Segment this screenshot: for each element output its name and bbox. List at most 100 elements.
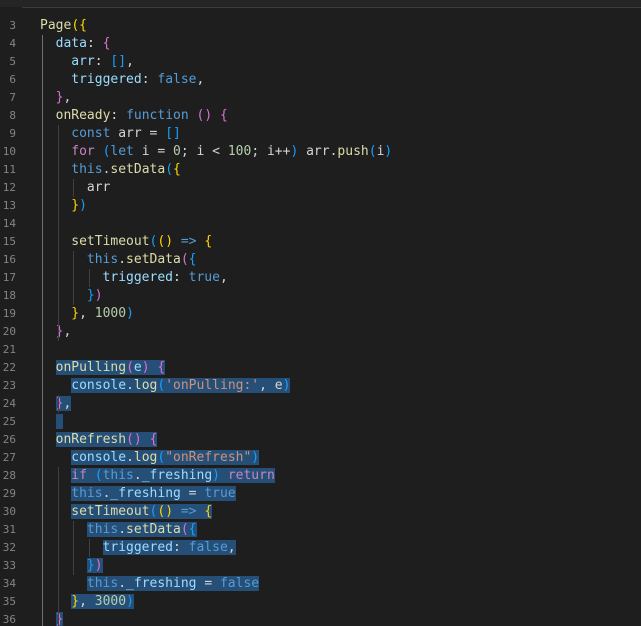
code-token: ) [79,198,87,213]
indent-guide [88,539,90,557]
code-token: this [86,522,119,537]
code-token: . [126,378,134,393]
code-token: } [71,306,80,321]
code-token: ( [165,162,174,177]
code-line[interactable]: onRefresh() { [55,431,158,449]
code-token: setTimeout [71,504,150,519]
code-line[interactable]: triggered: true, [103,269,228,287]
code-line[interactable]: onPulling(e) { [55,359,166,377]
code-token: i = [133,144,174,159]
code-token: { [204,504,213,519]
code-token: : [86,36,103,51]
code-token: ( [368,144,377,159]
code-token: this [71,486,103,501]
code-line[interactable]: console.log("onRefresh") [71,449,260,467]
code-token: true [188,270,220,285]
code-line[interactable]: setTimeout(() => { [71,503,213,521]
code-line[interactable]: this._freshing = true [71,485,236,503]
code-line[interactable]: this.setData({ [86,521,197,539]
code-line[interactable]: data: { [56,35,111,53]
line-number: 11 [2,163,16,176]
code-line[interactable] [55,413,64,431]
code-token: onReady [55,108,111,123]
code-token: [] [165,126,181,141]
code-token: Page [40,18,72,33]
code-line[interactable]: }, 3000) [71,593,134,611]
line-number: 4 [9,37,16,50]
line-number-gutter: 3 4 5 6 7 8 9 10 11 12 13 14 15 16 17 18 19 20 21 22 23 24 25 2… [0,7,22,626]
code-token: , [63,324,72,339]
code-token: ; i++ [251,144,291,159]
code-token: log [133,378,158,393]
line-number: 34 [2,577,16,590]
code-token: : [141,72,158,87]
code-editor[interactable]: 3 4 5 6 7 8 9 10 11 12 13 14 15 16 17 18 19 20 21 22 23 24 25 2… [0,0,641,626]
code-line[interactable]: if (this._freshing) return [71,467,275,485]
indent-guide [57,125,59,341]
code-token: this [86,576,119,591]
code-token: : [173,270,189,285]
line-number: 27 [2,451,16,464]
line-number: 15 [2,235,16,248]
code-line[interactable]: const arr = [] [71,125,181,143]
code-line[interactable]: onReady: function () { [56,107,228,125]
code-line[interactable]: triggered: false, [102,539,236,557]
code-token: { [149,432,158,447]
code-token: arr. [298,144,338,159]
code-line[interactable]: arr [87,179,110,197]
code-line[interactable]: }) [71,197,87,215]
code-token: , [196,72,205,87]
code-line[interactable]: }, 1000) [71,305,134,323]
code-line[interactable]: }) [87,287,103,305]
code-line[interactable]: this.setData({ [71,161,181,179]
code-token: { [204,234,213,249]
line-number: 33 [2,559,16,572]
code-line[interactable]: arr: [], [71,53,134,71]
selection-fill [55,414,64,429]
indent-guide [57,467,59,626]
code-token: setTimeout [71,234,150,249]
code-token: , e [259,378,283,393]
code-token: false [157,72,197,87]
code-token: _freshing [126,576,197,591]
code-token: triggered [102,540,173,555]
code-line[interactable]: Page({ [40,17,87,35]
code-line[interactable]: setTimeout(() => { [71,233,212,251]
code-token: : [94,54,111,69]
code-token: , [79,594,95,609]
code-token: 1000 [94,306,127,321]
code-token: data [55,36,87,51]
code-token: ( [94,468,103,483]
line-number: 23 [2,379,16,392]
code-token: ) [126,594,134,609]
line-number: 6 [9,73,16,86]
line-number: 19 [2,307,16,320]
code-line[interactable]: this._freshing = false [86,575,260,593]
code-token: () [126,432,142,447]
line-number: 7 [9,91,16,104]
code-token: . [118,252,127,267]
code-line[interactable]: }) [86,557,103,575]
indent-guide [57,395,59,413]
code-token: for [71,144,95,159]
code-token: ( [180,522,189,537]
code-area[interactable]: Page({data: {arr: [], triggered: false,},… [40,7,641,626]
code-token: 'onPulling:' [165,378,260,393]
code-token: = [196,576,220,591]
code-line[interactable]: this.setData({ [87,251,197,269]
code-token: ) [94,558,103,573]
code-token: . [126,450,134,465]
code-token: return [227,468,275,483]
code-line[interactable]: }, [56,89,72,107]
code-line[interactable]: for (let i = 0; i < 100; i++) arr.push(i… [71,143,392,161]
code-token: 3000 [94,594,127,609]
code-line[interactable]: triggered: false, [71,71,204,89]
code-token: arr = [110,126,166,141]
code-token: { [188,252,197,267]
line-number: 32 [2,541,16,554]
code-line[interactable]: console.log('onPulling:', e) [71,377,291,395]
code-token: ) [141,360,150,375]
code-token: ) [212,468,220,483]
code-token: false [188,540,228,555]
